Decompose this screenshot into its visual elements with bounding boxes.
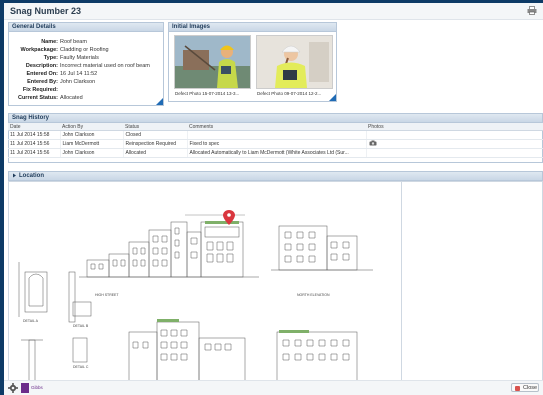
drawing-label-street: HIGH STREET bbox=[95, 293, 119, 297]
detail-label: Current Status: bbox=[17, 95, 58, 101]
history-action-by: John Clarkson bbox=[60, 148, 124, 158]
detail-row: Workpackage: Cladding or Roofing bbox=[9, 47, 165, 54]
history-header-row: Date Action By Status Comments Photos bbox=[8, 123, 543, 131]
window-title: Snag Number 23 bbox=[10, 6, 82, 16]
title-bar: Snag Number 23 bbox=[4, 3, 543, 20]
detail-label: Entered By: bbox=[27, 79, 58, 85]
history-photos bbox=[366, 130, 543, 140]
brand-logo: Gibbs bbox=[21, 383, 45, 393]
initial-images-heading: Initial Images bbox=[169, 23, 336, 32]
history-photos bbox=[366, 148, 543, 158]
history-status: Allocated bbox=[123, 148, 188, 158]
history-status: Closed bbox=[123, 130, 188, 140]
detail-row: Name: Roof beam bbox=[9, 39, 165, 46]
drawing-label-detail-a: DETAIL A bbox=[23, 319, 39, 323]
detail-value: Incorrect material used on roof beam bbox=[60, 63, 150, 69]
history-status: Reinspection Required bbox=[123, 139, 188, 149]
detail-label: Type: bbox=[43, 55, 58, 61]
column-header[interactable]: Photos bbox=[366, 123, 543, 131]
detail-row: Fix Required: bbox=[9, 87, 165, 94]
detail-row: Type: Faulty Materials bbox=[9, 55, 165, 62]
image-thumbnail[interactable]: Defect Photo 09-07-2014 12-2... bbox=[253, 35, 333, 101]
drawing-label-detail-b: DETAIL B bbox=[73, 324, 89, 328]
defect-photo[interactable] bbox=[256, 35, 333, 89]
detail-value: 16 Jul 14 11:52 bbox=[60, 71, 98, 77]
detail-label: Name: bbox=[41, 39, 58, 45]
expand-arrow-icon[interactable] bbox=[12, 173, 17, 178]
close-icon bbox=[515, 386, 520, 391]
brand-name: Gibbs bbox=[31, 385, 43, 390]
history-row[interactable]: 11 Jul 2014 15:56 John Clarkson Allocate… bbox=[8, 148, 543, 158]
history-action-by: Liam McDermott bbox=[60, 139, 124, 149]
inspector-photo-image bbox=[257, 36, 332, 88]
footer-bar: Gibbs Close bbox=[4, 380, 543, 395]
detail-row: Description: Incorrect material used on … bbox=[9, 63, 165, 70]
history-action-by: John Clarkson bbox=[60, 130, 124, 140]
detail-label: Workpackage: bbox=[20, 47, 59, 53]
snag-history-panel: Snag History Date Action By Status Comme… bbox=[8, 113, 543, 163]
history-comment bbox=[187, 130, 367, 140]
column-header[interactable]: Date bbox=[8, 123, 60, 131]
detail-row: Current Status: Allocated bbox=[9, 95, 165, 102]
initial-images-panel: Initial Images Defect Photo 15-07-2014 1… bbox=[168, 22, 337, 102]
worker-photo-image bbox=[175, 36, 250, 88]
image-caption: Defect Photo 09-07-2014 12-2... bbox=[257, 91, 322, 96]
detail-row: Entered On: 16 Jul 14 11:52 bbox=[9, 71, 165, 78]
history-photos bbox=[366, 139, 543, 149]
settings-gear-icon[interactable] bbox=[8, 383, 18, 393]
image-thumbnail[interactable]: Defect Photo 15-07-2014 13-3... bbox=[171, 35, 251, 101]
roof-green bbox=[205, 221, 239, 224]
history-table: Date Action By Status Comments Photos 11… bbox=[8, 123, 543, 158]
location-heading: Location bbox=[19, 173, 44, 179]
column-header[interactable]: Status bbox=[123, 123, 187, 131]
close-label: Close bbox=[523, 385, 538, 391]
history-row[interactable]: 11 Jul 2014 15:58 John Clarkson Closed bbox=[8, 130, 543, 140]
panel-corner-marker bbox=[156, 98, 163, 105]
drawing-label-north: NORTH ELEVATION bbox=[297, 293, 330, 297]
detail-label: Description: bbox=[25, 63, 58, 69]
panel-corner-marker bbox=[329, 94, 336, 101]
history-comment: Allocated Automatically to Liam McDermot… bbox=[187, 148, 367, 158]
general-details-panel: General Details Name: Roof beam Workpack… bbox=[8, 22, 164, 106]
defect-photo[interactable] bbox=[174, 35, 251, 89]
detail-row: Entered By: John Clarkson bbox=[9, 79, 165, 86]
general-details-heading: General Details bbox=[9, 23, 163, 32]
history-date: 11 Jul 2014 15:58 bbox=[8, 130, 61, 140]
history-comment: Fixed to spec bbox=[187, 139, 367, 149]
detail-value: Allocated bbox=[60, 95, 83, 101]
detail-value: Faulty Materials bbox=[60, 55, 99, 61]
camera-icon[interactable] bbox=[369, 140, 377, 146]
snag-window: Snag Number 23 General Details Name: Roo… bbox=[4, 3, 543, 395]
brand-logo-mark bbox=[21, 383, 29, 393]
detail-label: Fix Required: bbox=[22, 87, 58, 93]
detail-label: Entered On: bbox=[26, 71, 58, 77]
detail-value: Cladding or Roofing bbox=[60, 47, 109, 53]
column-header[interactable]: Action By bbox=[60, 123, 123, 131]
detail-value: John Clarkson bbox=[60, 79, 96, 85]
architectural-drawing: HIGH STREET NORTH ELEVATION DETAIL A DET… bbox=[18, 210, 373, 380]
history-row[interactable]: 11 Jul 2014 15:56 Liam McDermott Reinspe… bbox=[8, 139, 543, 149]
history-date: 11 Jul 2014 15:56 bbox=[8, 148, 61, 158]
image-caption: Defect Photo 15-07-2014 13-3... bbox=[175, 91, 240, 96]
column-header[interactable]: Comments bbox=[187, 123, 366, 131]
snag-history-heading: Snag History bbox=[9, 114, 542, 123]
detail-value: Roof beam bbox=[60, 39, 87, 45]
location-drawing[interactable]: HIGH STREET NORTH ELEVATION DETAIL A DET… bbox=[8, 181, 402, 381]
close-button[interactable]: Close bbox=[511, 383, 539, 392]
location-heading-bar[interactable]: Location bbox=[8, 171, 543, 181]
drawing-label-detail-c: DETAIL C bbox=[73, 365, 89, 369]
drawing-side-area bbox=[402, 181, 543, 381]
printer-icon[interactable] bbox=[527, 6, 537, 15]
history-date: 11 Jul 2014 15:56 bbox=[8, 139, 61, 149]
